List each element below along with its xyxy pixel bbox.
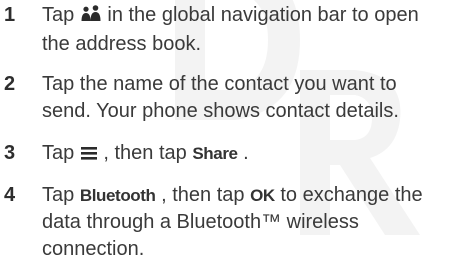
text-line: connection. <box>42 238 145 260</box>
text-segment: , then tap <box>161 184 251 206</box>
text-segment: , then tap <box>103 142 193 164</box>
step-number: 3 <box>4 142 16 164</box>
step-number: 1 <box>4 4 16 26</box>
text-line: Tap the name of the contact you want to <box>42 73 397 95</box>
text-segment: Tap <box>42 184 80 206</box>
step-number: 4 <box>4 184 16 206</box>
step-text: Tap the name of the contact you want to … <box>42 71 460 125</box>
menu-icon <box>80 142 98 169</box>
text-line: the address book. <box>42 33 201 55</box>
ok-keyword: OK <box>250 186 275 205</box>
step-text: Tap in the global navigation bar to open… <box>42 2 460 58</box>
text-segment: . <box>243 142 249 164</box>
share-keyword: Share <box>192 144 238 163</box>
text-line: data through a Bluetooth™ wireless <box>42 211 359 233</box>
bluetooth-keyword: Bluetooth <box>79 186 156 205</box>
text-segment: Tap <box>42 4 80 26</box>
text-segment: to exchange the <box>280 184 423 206</box>
text-segment: in the global navigation bar to open <box>107 4 419 26</box>
text-line: send. Your phone shows contact details. <box>42 100 399 122</box>
step-text: Tap Bluetooth , then tap OK to exchange … <box>42 182 460 263</box>
text-segment: Tap <box>42 142 80 164</box>
contacts-icon <box>80 4 102 31</box>
step-number: 2 <box>4 73 16 95</box>
step-text: Tap , then tap Share . <box>42 140 460 169</box>
